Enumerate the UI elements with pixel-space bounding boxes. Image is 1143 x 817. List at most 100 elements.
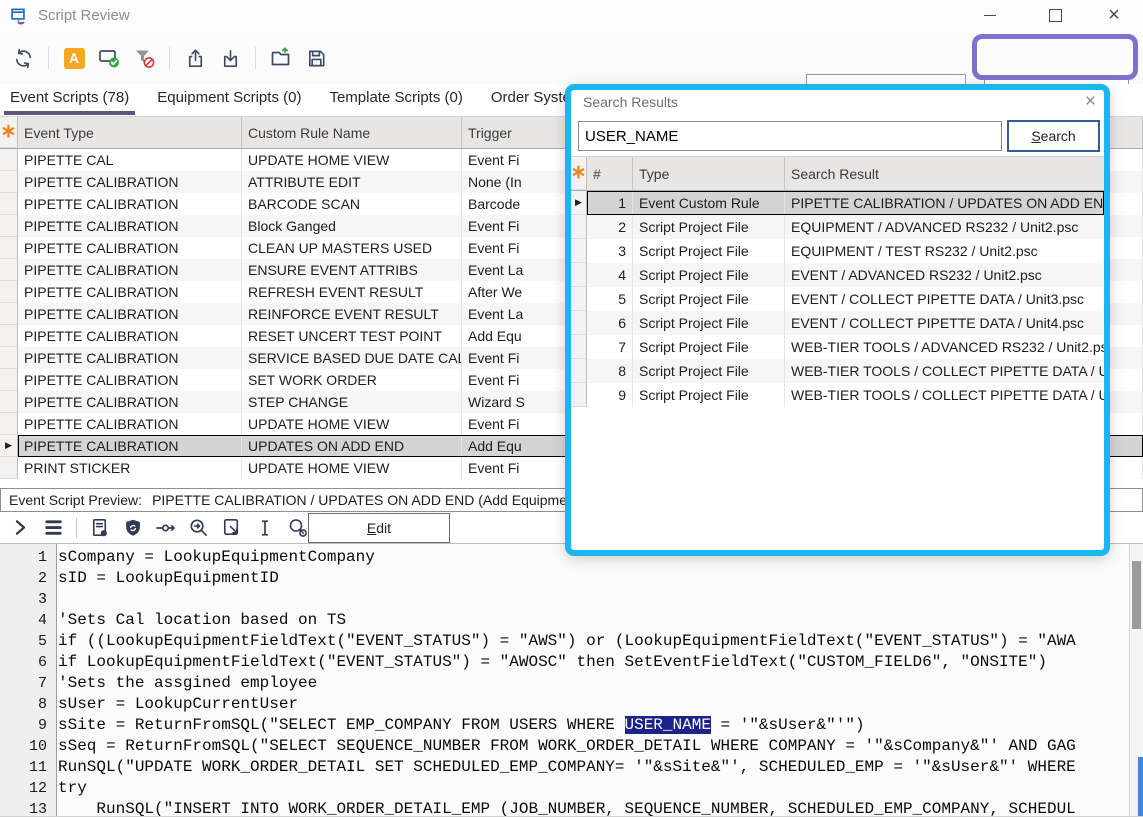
row-indicator (0, 149, 18, 171)
search-result-row[interactable]: 9Script Project FileWEB-TIER TOOLS / COL… (571, 383, 1104, 407)
column-header-search-result[interactable]: Search Result (785, 157, 1104, 190)
cell-number: 3 (587, 239, 633, 263)
save-icon[interactable] (303, 45, 329, 71)
search-results-grid: ∗ # Type Search Result ▶1Event Custom Ru… (571, 156, 1104, 407)
text-cursor-icon[interactable] (252, 515, 277, 540)
toolbar-separator (76, 518, 77, 538)
search-result-row[interactable]: 6Script Project FileEVENT / COLLECT PIPE… (571, 311, 1104, 335)
cell-custom-rule-name: ENSURE EVENT ATTRIBS (242, 259, 462, 281)
row-indicator (571, 311, 587, 335)
cell-custom-rule-name: SERVICE BASED DUE DATE CALC (242, 347, 462, 369)
search-result-row[interactable]: 8Script Project FileWEB-TIER TOOLS / COL… (571, 359, 1104, 383)
cell-number: 5 (587, 287, 633, 311)
filter-disable-icon[interactable] (131, 45, 157, 71)
open-file-icon[interactable] (268, 45, 294, 71)
code-lines: sCompany = LookupEquipmentCompanysID = L… (58, 544, 1129, 817)
cell-number: 1 (587, 191, 633, 215)
row-indicator (0, 325, 18, 347)
row-indicator (0, 171, 18, 193)
popup-search-button[interactable]: Search (1007, 120, 1100, 152)
app-icon (10, 7, 30, 26)
cell-search-result: EVENT / ADVANCED RS232 / Unit2.psc (785, 263, 1104, 287)
line-number: 11 (0, 757, 56, 778)
scrollbar-thumb[interactable] (1132, 561, 1141, 629)
import-icon[interactable] (217, 45, 243, 71)
cell-custom-rule-name: REFRESH EVENT RESULT (242, 281, 462, 303)
toolbar-separator (48, 47, 49, 69)
cell-custom-rule-name: UPDATE HOME VIEW (242, 149, 462, 171)
row-indicator (571, 215, 587, 239)
shield-sync-icon[interactable] (120, 515, 145, 540)
tab-template-scripts-0-[interactable]: Template Scripts (0) (323, 84, 468, 115)
column-header-event-type[interactable]: Event Type (18, 117, 242, 148)
title-bar: Script Review × (0, 0, 1143, 33)
search-input[interactable] (578, 121, 1002, 151)
cell-custom-rule-name: STEP CHANGE (242, 391, 462, 413)
cell-type: Event Custom Rule (633, 191, 785, 215)
row-indicator (571, 335, 587, 359)
required-marker-icon: ∗ (571, 157, 587, 190)
line-number: 9 (0, 715, 56, 736)
report-icon[interactable] (87, 515, 112, 540)
code-line: if LookupEquipmentFieldText("EVENT_STATU… (58, 652, 1129, 673)
column-header-number[interactable]: # (587, 157, 633, 190)
search-result-row[interactable]: 3Script Project FileEQUIPMENT / TEST RS2… (571, 239, 1104, 263)
line-number: 8 (0, 694, 56, 715)
run-chevron-icon[interactable] (8, 515, 33, 540)
cell-search-result: EQUIPMENT / ADVANCED RS232 / Unit2.psc (785, 215, 1104, 239)
script-code-preview: 12345678910111213 sCompany = LookupEquip… (0, 543, 1143, 817)
popup-close-icon[interactable]: × (1085, 91, 1096, 113)
stacked-rows-icon[interactable] (41, 515, 66, 540)
close-button[interactable]: × (1091, 0, 1137, 31)
preview-box-icon[interactable] (219, 515, 244, 540)
search-result-row[interactable]: 5Script Project FileEVENT / COLLECT PIPE… (571, 287, 1104, 311)
cell-event-type: PIPETTE CALIBRATION (18, 303, 242, 325)
row-indicator (0, 413, 18, 435)
minimize-button[interactable] (967, 0, 1013, 31)
column-header-type[interactable]: Type (633, 157, 785, 190)
row-indicator (0, 237, 18, 259)
zoom-code-icon[interactable] (186, 515, 211, 540)
search-result-row[interactable]: 7Script Project FileWEB-TIER TOOLS / ADV… (571, 335, 1104, 359)
cell-custom-rule-name: UPDATE HOME VIEW (242, 413, 462, 435)
cell-number: 7 (587, 335, 633, 359)
refresh-icon[interactable] (10, 45, 36, 71)
main-toolbar: A Search Custom Reports Search Scri (0, 32, 1143, 85)
search-result-row[interactable]: 2Script Project FileEQUIPMENT / ADVANCED… (571, 215, 1104, 239)
row-indicator (0, 259, 18, 281)
search-result-row[interactable]: 4Script Project FileEVENT / ADVANCED RS2… (571, 263, 1104, 287)
line-number: 12 (0, 778, 56, 799)
edit-button[interactable]: Edit (308, 513, 450, 543)
maximize-button[interactable] (1032, 0, 1078, 31)
watch-expression-icon[interactable] (153, 515, 178, 540)
tab-equipment-scripts-0-[interactable]: Equipment Scripts (0) (151, 84, 307, 115)
window-edge-accent (1138, 757, 1143, 817)
cell-search-result: WEB-TIER TOOLS / ADVANCED RS232 / Unit2.… (785, 335, 1104, 359)
cell-type: Script Project File (633, 311, 785, 335)
cell-number: 6 (587, 311, 633, 335)
row-indicator (0, 215, 18, 237)
tab-event-scripts-78-[interactable]: Event Scripts (78) (4, 84, 135, 115)
cell-type: Script Project File (633, 287, 785, 311)
export-icon[interactable] (182, 45, 208, 71)
line-number: 1 (0, 547, 56, 568)
code-line: sSite = ReturnFromSQL("SELECT EMP_COMPAN… (58, 715, 1129, 736)
auto-format-icon[interactable]: A (61, 45, 87, 71)
cell-search-result: PIPETTE CALIBRATION / UPDATES ON ADD END… (785, 191, 1104, 215)
search-results-body: ▶1Event Custom RulePIPETTE CALIBRATION /… (571, 191, 1104, 407)
cell-search-result: EVENT / COLLECT PIPETTE DATA / Unit3.psc (785, 287, 1104, 311)
cell-type: Script Project File (633, 335, 785, 359)
row-indicator (0, 193, 18, 215)
cell-event-type: PIPETTE CALIBRATION (18, 435, 242, 457)
find-symbol-icon[interactable] (285, 515, 310, 540)
column-header-custom-rule-name[interactable]: Custom Rule Name (242, 117, 462, 148)
code-line: sID = LookupEquipmentID (58, 568, 1129, 589)
cell-search-result: EVENT / COLLECT PIPETTE DATA / Unit4.psc (785, 311, 1104, 335)
cell-event-type: PIPETTE CALIBRATION (18, 171, 242, 193)
script-validate-icon[interactable] (96, 45, 122, 71)
cell-custom-rule-name: BARCODE SCAN (242, 193, 462, 215)
cell-search-result: EQUIPMENT / TEST RS232 / Unit2.psc (785, 239, 1104, 263)
cell-event-type: PIPETTE CALIBRATION (18, 391, 242, 413)
search-result-row[interactable]: ▶1Event Custom RulePIPETTE CALIBRATION /… (571, 191, 1104, 215)
cell-event-type: PRINT STICKER (18, 457, 242, 479)
